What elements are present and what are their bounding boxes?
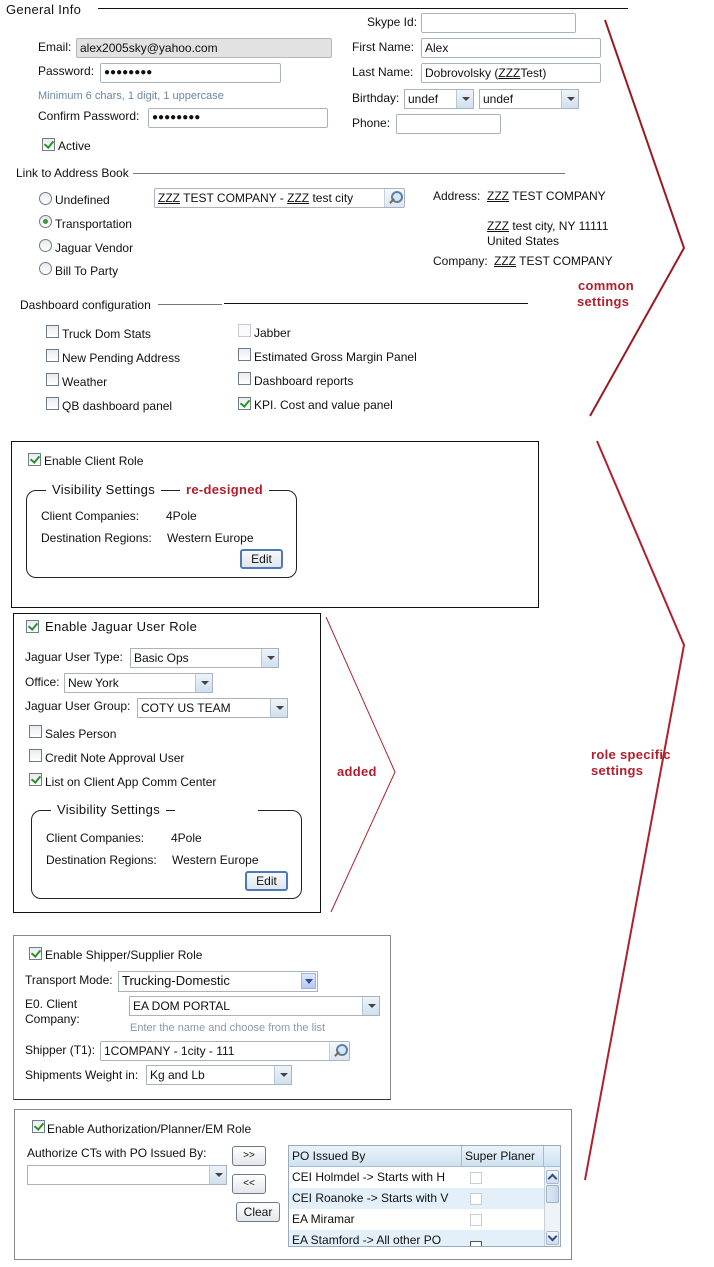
jaguar-user-type-value: Basic Ops xyxy=(134,651,189,665)
sales-person-checkbox[interactable] xyxy=(29,725,42,738)
enable-jaguar-role-checkbox[interactable] xyxy=(26,620,39,633)
scroll-up-icon[interactable] xyxy=(546,1170,559,1184)
shipper-lookup-field[interactable]: 1COMPANY - 1city - 111 xyxy=(100,1041,350,1061)
weight-select[interactable]: Kg and Lb xyxy=(146,1065,292,1085)
sales-person-label: Sales Person xyxy=(45,727,117,741)
table-header: PO Issued By Super Planer xyxy=(289,1146,560,1167)
jaguar-destination-regions-label: Destination Regions: xyxy=(46,853,157,867)
column-header-super-planer[interactable]: Super Planer xyxy=(462,1146,544,1167)
clear-button[interactable]: Clear xyxy=(236,1202,280,1222)
office-label: Office: xyxy=(25,675,60,689)
transport-mode-select[interactable]: Trucking-Domestic xyxy=(118,971,318,992)
weight-value: Kg and Lb xyxy=(150,1068,205,1082)
common-settings-note-line2: settings xyxy=(577,294,630,309)
role-specific-note-line1: role specific xyxy=(591,747,671,762)
destination-regions-value: Western Europe xyxy=(167,531,254,545)
super-planer-checkbox[interactable] xyxy=(470,1193,482,1205)
shipper-label: Shipper (T1): xyxy=(25,1043,96,1057)
client-company-label-line2: Company: xyxy=(25,1012,80,1026)
chevron-down-icon xyxy=(209,1166,226,1184)
client-companies-value: 4Pole xyxy=(166,509,197,523)
jaguar-user-type-label: Jaguar User Type: xyxy=(25,650,123,664)
jaguar-user-group-value: COTY US TEAM xyxy=(141,701,231,715)
super-planer-checkbox[interactable] xyxy=(470,1172,482,1184)
jaguar-visibility-gap xyxy=(175,806,258,814)
jaguar-client-companies-label: Client Companies: xyxy=(46,831,145,845)
office-value: New York xyxy=(68,676,119,690)
scroll-down-icon[interactable] xyxy=(546,1231,559,1245)
chevron-down-icon xyxy=(270,699,287,717)
chevron-down-icon xyxy=(274,1066,291,1084)
super-planer-checkbox[interactable] xyxy=(470,1241,482,1246)
column-header-po-issued-by[interactable]: PO Issued By xyxy=(289,1146,462,1167)
weight-label: Shipments Weight in: xyxy=(25,1068,139,1082)
credit-note-approval-checkbox[interactable] xyxy=(29,749,42,762)
jaguar-user-group-select[interactable]: COTY US TEAM xyxy=(137,698,288,718)
client-visibility-edit-button[interactable]: Edit xyxy=(240,549,283,569)
redesigned-note: re-designed xyxy=(180,482,269,497)
scroll-thumb[interactable] xyxy=(546,1185,559,1203)
common-settings-note-line1: common xyxy=(578,278,634,293)
transport-mode-value: Trucking-Domestic xyxy=(122,973,230,988)
super-planer-checkbox[interactable] xyxy=(470,1214,482,1226)
po-issued-by-cell: CEI Roanoke -> Starts with V xyxy=(292,1191,449,1205)
jaguar-user-type-select[interactable]: Basic Ops xyxy=(130,648,279,668)
authorize-select[interactable] xyxy=(27,1165,227,1185)
list-on-comm-center-label: List on Client App Comm Center xyxy=(45,775,217,789)
authorize-label: Authorize CTs with PO Issued By: xyxy=(27,1146,207,1160)
table-scrollbar[interactable] xyxy=(544,1167,560,1246)
enable-authorization-role-checkbox[interactable] xyxy=(32,1120,45,1133)
client-company-select[interactable]: EA DOM PORTAL xyxy=(129,996,380,1016)
added-note: added xyxy=(337,764,377,779)
client-company-label-line1: E0. Client xyxy=(25,997,78,1011)
chevron-down-icon xyxy=(301,973,316,989)
credit-note-approval-label: Credit Note Approval User xyxy=(45,751,185,765)
jaguar-client-companies-value: 4Pole xyxy=(171,831,202,845)
client-company-value: EA DOM PORTAL xyxy=(133,999,230,1013)
add-po-button[interactable]: >> xyxy=(232,1146,266,1166)
enable-shipper-role-checkbox[interactable] xyxy=(29,947,42,960)
remove-po-button[interactable]: << xyxy=(232,1174,266,1194)
table-row[interactable]: EA Miramar xyxy=(289,1209,544,1230)
jaguar-user-group-label: Jaguar User Group: xyxy=(25,699,131,713)
common-settings-bracket xyxy=(589,19,686,417)
client-visibility-title: Visibility Settings xyxy=(46,482,162,497)
shipper-value: 1COMPANY - 1city - 111 xyxy=(104,1044,235,1058)
po-issued-by-cell: EA Stamford -> All other PO xyxy=(292,1233,442,1247)
destination-regions-label: Destination Regions: xyxy=(41,531,152,545)
client-company-hint: Enter the name and choose from the list xyxy=(130,1022,326,1034)
table-row[interactable]: EA Stamford -> All other PO xyxy=(289,1230,544,1247)
client-companies-label: Client Companies: xyxy=(41,509,140,523)
chevron-down-icon xyxy=(261,649,278,667)
role-specific-note-line2: settings xyxy=(591,763,644,778)
enable-shipper-role-label: Enable Shipper/Supplier Role xyxy=(45,948,203,962)
enable-client-role-checkbox[interactable] xyxy=(28,453,41,466)
jaguar-destination-regions-value: Western Europe xyxy=(172,853,259,867)
po-issued-by-cell: CEI Holmdel -> Starts with H xyxy=(292,1170,446,1184)
enable-client-role-label: Enable Client Role xyxy=(44,454,144,468)
enable-authorization-role-label: Enable Authorization/Planner/EM Role xyxy=(47,1122,252,1136)
list-on-comm-center-checkbox[interactable] xyxy=(29,773,42,786)
po-issued-by-table: PO Issued By Super Planer CEI Holmdel ->… xyxy=(288,1145,561,1247)
search-icon[interactable] xyxy=(329,1042,349,1060)
role-specific-bracket xyxy=(584,440,686,1181)
po-issued-by-cell: EA Miramar xyxy=(292,1212,355,1226)
office-select[interactable]: New York xyxy=(64,673,213,693)
chevron-down-icon xyxy=(195,674,212,692)
transport-mode-label: Transport Mode: xyxy=(25,973,113,987)
table-row[interactable]: CEI Holmdel -> Starts with H xyxy=(289,1167,544,1188)
table-row[interactable]: CEI Roanoke -> Starts with V xyxy=(289,1188,544,1209)
jaguar-visibility-title: Visibility Settings xyxy=(51,802,167,817)
jaguar-visibility-edit-button[interactable]: Edit xyxy=(245,871,288,891)
chevron-down-icon xyxy=(362,997,379,1015)
enable-jaguar-role-label: Enable Jaguar User Role xyxy=(45,619,198,634)
